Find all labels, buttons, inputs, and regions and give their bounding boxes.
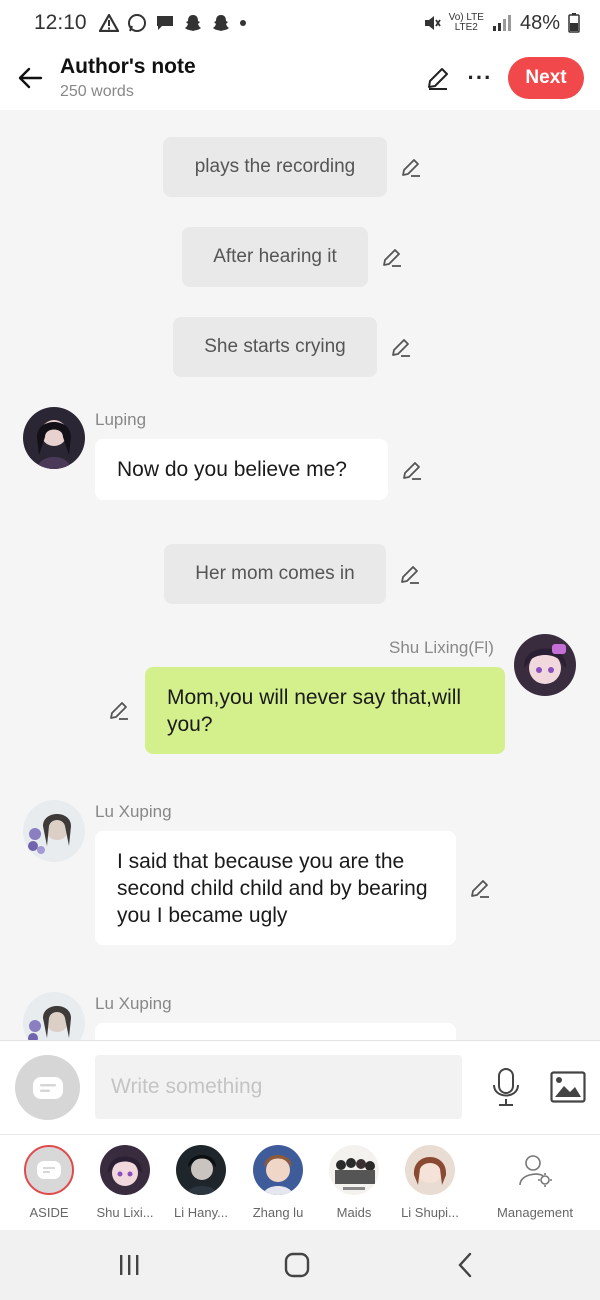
aside-mode-button[interactable] [15, 1055, 80, 1120]
more-options-button[interactable]: ··· [466, 64, 494, 92]
avatar [329, 1145, 379, 1195]
character-label: Li Shupi... [401, 1205, 459, 1220]
edit-pencil-icon[interactable] [381, 246, 403, 268]
edit-pencil-icon[interactable] [400, 156, 422, 178]
character-label: Management [497, 1205, 573, 1220]
avatar [405, 1145, 455, 1195]
message-icon [156, 16, 173, 30]
mute-icon [424, 16, 441, 30]
avatar-lu-xuping[interactable] [23, 992, 85, 1040]
sender-name: Lu Xuping [95, 994, 172, 1013]
aside-text: Her mom comes in [195, 563, 355, 584]
avatar-lu-xuping[interactable] [23, 800, 85, 862]
character-label: Maids [336, 1205, 372, 1220]
edit-pencil-icon[interactable] [399, 563, 421, 585]
message-text: Mom,you will never say that,will you? [167, 686, 462, 736]
character-aside[interactable]: ASIDE [11, 1145, 87, 1220]
snapchat-icon-2 [212, 15, 229, 31]
character-shu-lixing[interactable]: Shu Lixi... [87, 1145, 163, 1220]
header-actions: ··· Next [424, 57, 600, 99]
own-message-bubble[interactable]: Mom,you will never say that,will you? [145, 667, 505, 754]
character-maids[interactable]: Maids [316, 1145, 392, 1220]
title-block: Author's note 250 words [60, 55, 196, 101]
aside-text: After hearing it [213, 246, 337, 267]
top-app-bar: Author's note 250 words ··· Next [0, 46, 600, 110]
character-zhang-lu[interactable]: Zhang lu [240, 1145, 316, 1220]
user-settings-icon [510, 1145, 560, 1195]
edit-title-button[interactable] [424, 64, 452, 92]
aside-bubble-icon [32, 1076, 63, 1099]
recent-apps-icon [120, 1255, 139, 1275]
warning-icon [98, 14, 119, 32]
avatar [100, 1145, 150, 1195]
character-li-shupi[interactable]: Li Shupi... [392, 1145, 468, 1220]
more-horizontal-icon: ··· [467, 65, 493, 90]
signal-icon [492, 15, 511, 31]
character-li-hany[interactable]: Li Hany... [163, 1145, 239, 1220]
character-label: ASIDE [29, 1205, 69, 1220]
management-button[interactable]: Management [497, 1145, 573, 1220]
aside-message[interactable]: plays the recording [163, 137, 387, 197]
next-button[interactable]: Next [508, 57, 584, 99]
message-text: I said that because you are the second c… [117, 850, 428, 927]
edit-pencil-icon[interactable] [401, 459, 423, 481]
home-button[interactable] [277, 1250, 317, 1280]
status-time: 12:10 [34, 11, 87, 34]
character-selector: ASIDE Shu Lixi... Li Hany... Zhang lu Ma… [0, 1134, 600, 1230]
page-title: Author's note [60, 55, 196, 78]
aside-message[interactable]: She starts crying [173, 317, 377, 377]
back-button[interactable] [0, 46, 60, 110]
message-bubble[interactable]: I said that because you are the second c… [95, 831, 456, 945]
sender-name: Luping [95, 410, 147, 429]
avatar-luping[interactable] [23, 407, 85, 469]
back-nav-button[interactable] [445, 1250, 485, 1280]
avatar [176, 1145, 226, 1195]
snapchat-icon [184, 15, 201, 31]
character-label: Shu Lixi... [96, 1205, 154, 1220]
sender-name: Shu Lixing(Fl) [389, 638, 494, 657]
network-label: Vo) LTE LTE2 [449, 13, 484, 33]
whatsapp-icon [127, 14, 146, 32]
status-right: Vo) LTE LTE2 48% [423, 12, 580, 35]
message-input[interactable] [95, 1055, 462, 1119]
avatar-shu-lixing[interactable] [514, 634, 576, 696]
message-bubble[interactable]: Now do you believe me? [95, 439, 388, 500]
word-count: 250 words [60, 83, 134, 100]
image-icon[interactable] [550, 1071, 586, 1103]
battery-percent: 48% [519, 11, 560, 34]
avatar [253, 1145, 303, 1195]
edit-pencil-icon[interactable] [108, 699, 130, 721]
character-label: Li Hany... [174, 1205, 228, 1220]
aside-message[interactable]: After hearing it [182, 227, 368, 287]
sender-name: Lu Xuping [95, 802, 172, 821]
aside-text: She starts crying [204, 336, 346, 357]
system-nav-bar [0, 1230, 600, 1300]
edit-pencil-icon[interactable] [390, 336, 412, 358]
microphone-icon[interactable] [490, 1067, 522, 1107]
chat-area[interactable]: plays the recording After hearing it She… [0, 110, 600, 1040]
recent-apps-button[interactable] [109, 1250, 149, 1280]
chevron-left-icon [458, 1252, 472, 1278]
network-bottom: LTE2 [454, 22, 478, 33]
more-notifications-dot [239, 20, 246, 26]
notification-icons [98, 13, 247, 33]
message-bubble[interactable] [95, 1023, 456, 1040]
status-bar: 12:10 Vo) LTE LTE2 48% [0, 0, 600, 46]
home-icon [284, 1252, 310, 1278]
aside-message[interactable]: Her mom comes in [164, 544, 386, 604]
message-text: Now do you believe me? [117, 458, 347, 481]
aside-icon [24, 1145, 74, 1195]
battery-icon [568, 13, 580, 33]
aside-text: plays the recording [194, 156, 356, 177]
arrow-left-icon [18, 67, 43, 89]
edit-pencil-icon[interactable] [469, 877, 491, 899]
compose-bar [0, 1040, 600, 1134]
character-label: Zhang lu [252, 1205, 304, 1220]
pencil-icon [428, 68, 448, 90]
